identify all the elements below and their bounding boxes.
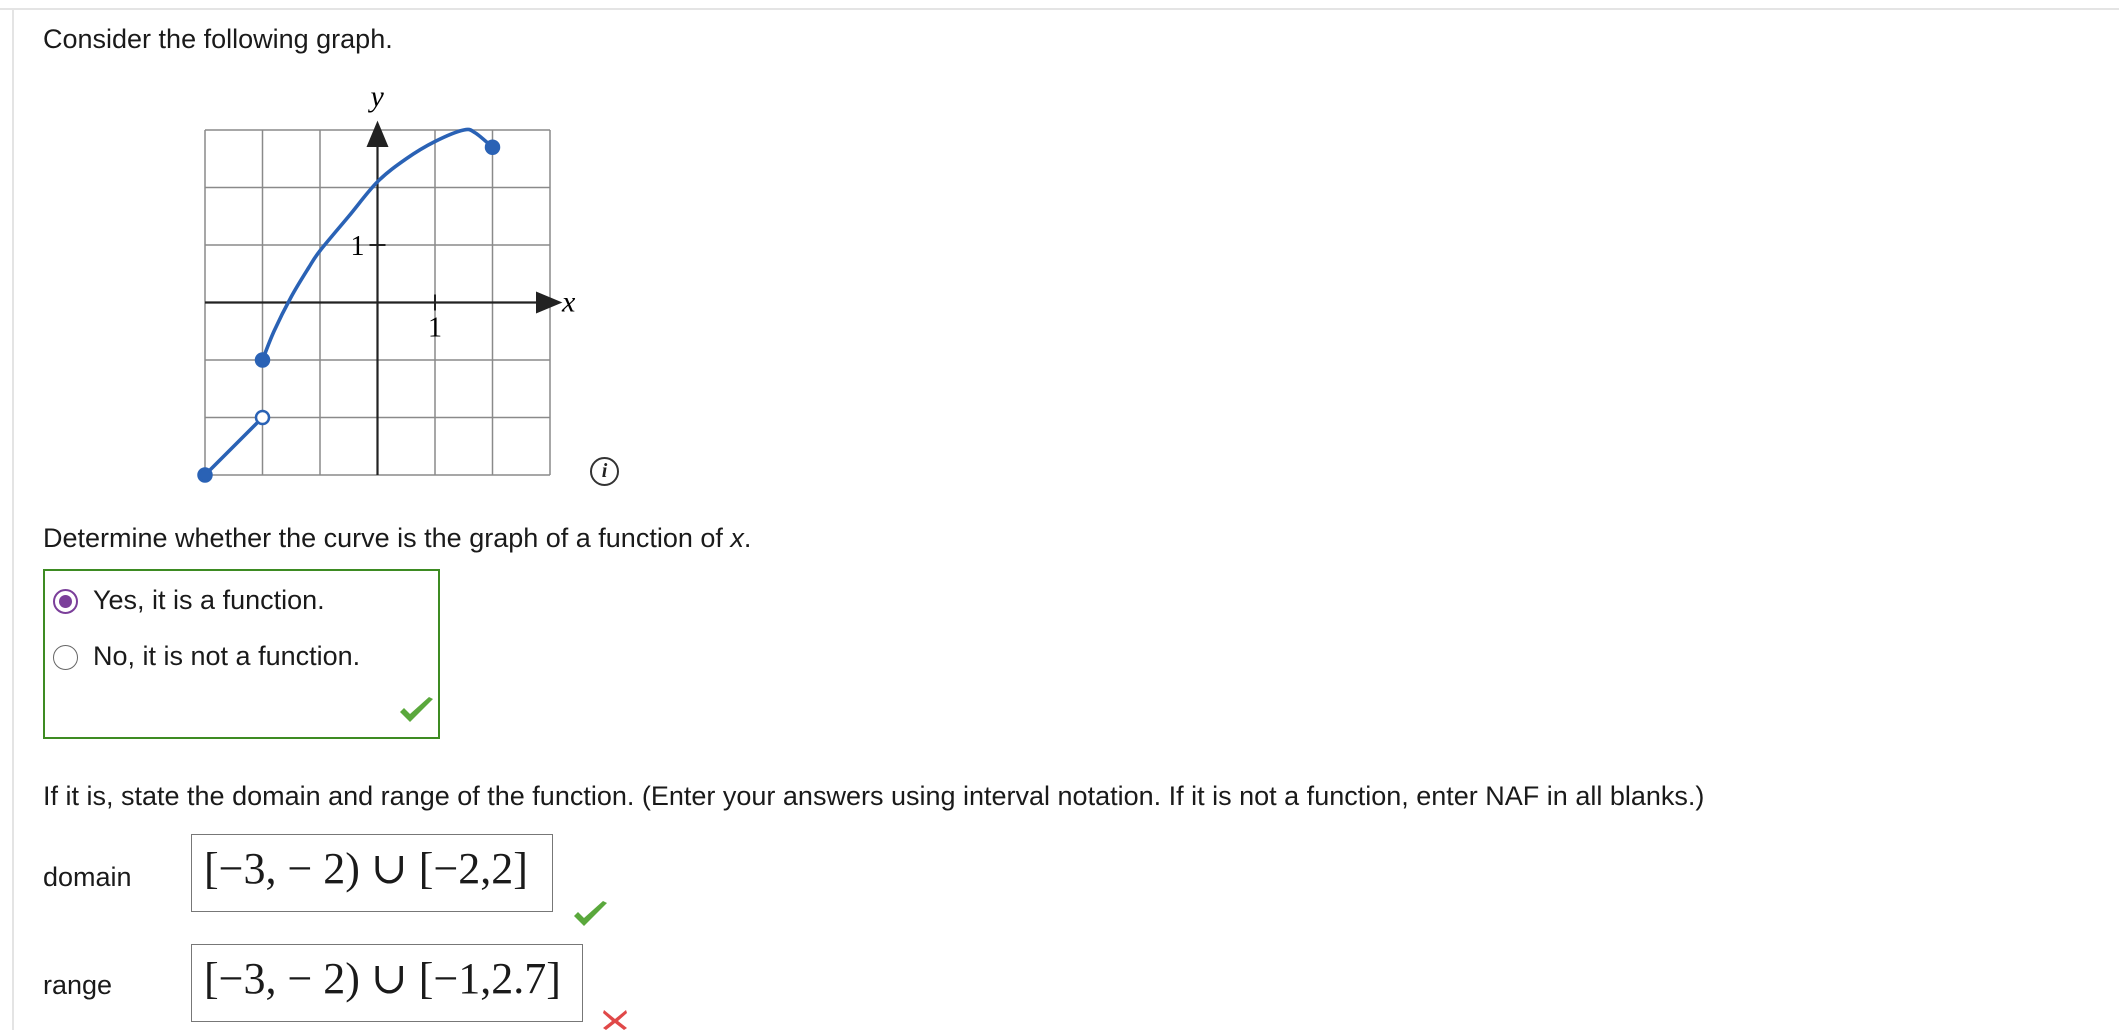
y-tick-label: 1	[351, 231, 365, 262]
radio-yes[interactable]	[53, 589, 78, 614]
domain-label: domain	[43, 862, 132, 892]
info-circle-icon[interactable]: i	[590, 457, 619, 486]
function-choice-group: Yes, it is a function. No, it is not a f…	[43, 569, 440, 739]
option-no-label: No, it is not a function.	[93, 641, 361, 671]
range-answer-field[interactable]: [−3, − 2) ∪ [−1,2.7]	[191, 944, 583, 1022]
x-axis-label: x	[561, 286, 576, 319]
function-question-end: .	[743, 523, 752, 553]
checkmark-icon	[574, 901, 607, 926]
x-tick-label: 1	[428, 313, 442, 344]
domain-answer-field[interactable]: [−3, − 2) ∪ [−2,2]	[191, 834, 553, 912]
question-prompt: Consider the following graph.	[43, 24, 393, 54]
closed-endpoint	[197, 467, 213, 483]
closed-endpoint	[484, 139, 501, 155]
function-question-variable: x	[730, 523, 744, 553]
checkmark-icon	[400, 697, 433, 722]
range-label: range	[43, 970, 113, 1000]
curve-lower	[203, 415, 265, 477]
top-divider	[0, 8, 2119, 10]
open-endpoint	[254, 409, 271, 426]
radio-no[interactable]	[53, 645, 78, 670]
left-divider	[12, 10, 14, 1030]
y-axis-label: y	[368, 80, 385, 113]
function-question-text: Determine whether the curve is the graph…	[43, 523, 731, 553]
closed-endpoint	[254, 352, 271, 368]
curves	[197, 127, 501, 483]
function-graph: x y 1 1	[197, 80, 576, 483]
x-mark-icon	[603, 1010, 627, 1030]
option-yes-label: Yes, it is a function.	[93, 585, 325, 615]
function-question: Determine whether the curve is the graph…	[43, 523, 751, 554]
domain-range-prompt: If it is, state the domain and range of …	[43, 781, 1705, 811]
